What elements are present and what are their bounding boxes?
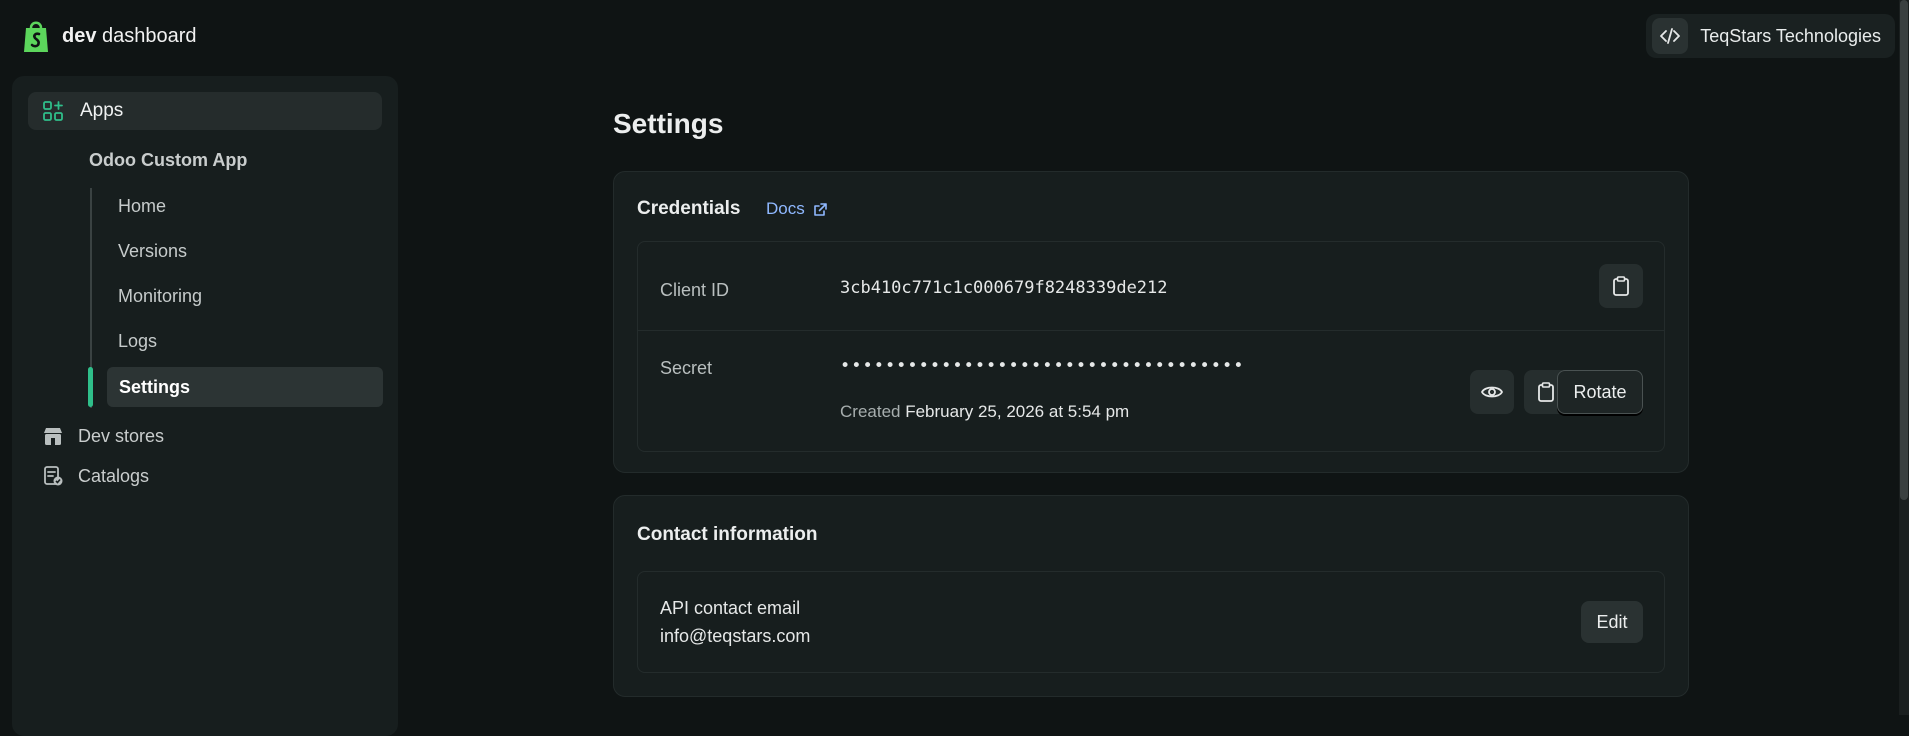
reveal-secret-button[interactable]: [1470, 370, 1514, 414]
store-icon: [44, 428, 62, 445]
eye-icon: [1481, 386, 1503, 398]
active-indicator: [88, 367, 93, 407]
rotate-button[interactable]: Rotate: [1557, 370, 1643, 414]
clipboard-icon: [1613, 276, 1629, 296]
docs-label: Docs: [766, 199, 805, 218]
secret-value: ••••••••••••••••••••••••••••••••••••: [840, 356, 1245, 376]
sidebar-item-catalogs[interactable]: Catalogs: [42, 465, 149, 487]
client-id-label: Client ID: [660, 280, 730, 300]
subnav-item-versions[interactable]: Versions: [118, 241, 187, 262]
subnav-item-logs[interactable]: Logs: [118, 331, 157, 352]
credentials-card: Credentials Docs Client ID 3cb410c771c1c…: [613, 171, 1689, 473]
clipboard-icon: [1538, 382, 1554, 402]
secret-created: Created February 25, 2026 at 5:54 pm: [840, 402, 1129, 422]
contact-card: Contact information API contact email in…: [613, 495, 1689, 697]
card-title: Credentials: [637, 198, 741, 219]
external-link-icon: [813, 202, 827, 216]
catalog-icon: [44, 466, 63, 486]
client-id-value: 3cb410c771c1c000679f8248339de212: [840, 278, 1168, 298]
secret-label: Secret: [660, 358, 713, 378]
apps-grid-icon: [43, 101, 63, 121]
sidebar-item-label: Dev stores: [78, 425, 165, 446]
subnav-item-home[interactable]: Home: [118, 196, 166, 217]
scrollbar[interactable]: [1899, 0, 1909, 715]
org-switcher[interactable]: TeqStars Technologies: [1646, 14, 1895, 58]
credentials-box: Client ID 3cb410c771c1c000679f8248339de2…: [637, 241, 1665, 452]
api-contact-email-value: info@teqstars.com: [660, 626, 811, 646]
docs-link[interactable]: Docs: [766, 199, 828, 219]
row-divider: [638, 330, 1664, 331]
card-title: Contact information: [637, 524, 818, 545]
brand-name: dev dashboard: [62, 24, 197, 47]
org-name: TeqStars Technologies: [1700, 25, 1881, 46]
copy-client-id-button[interactable]: [1599, 264, 1643, 308]
app-name-link[interactable]: Odoo Custom App: [89, 150, 247, 171]
contact-box: API contact email info@teqstars.com Edit: [637, 571, 1665, 673]
top-bar: dev dashboard TeqStars Technologies: [0, 0, 1909, 72]
sidebar-item-label: Catalogs: [78, 465, 150, 486]
brand[interactable]: dev dashboard: [20, 18, 197, 54]
code-icon: [1652, 18, 1689, 54]
edit-button[interactable]: Edit: [1581, 601, 1643, 643]
api-contact-email-label: API contact email: [660, 598, 801, 618]
sidebar-item-dev-stores[interactable]: Dev stores: [42, 425, 164, 447]
sidebar-item-apps[interactable]: Apps: [28, 92, 382, 130]
subnav-item-monitoring[interactable]: Monitoring: [118, 286, 202, 307]
page-title: Settings: [613, 108, 724, 139]
created-date: February 25, 2026 at 5:54 pm: [905, 402, 1130, 421]
scrollbar-thumb[interactable]: [1900, 0, 1908, 500]
sidebar-item-label: Apps: [80, 100, 124, 121]
subnav-item-settings[interactable]: Settings: [107, 367, 383, 407]
shopify-bag-icon: [24, 21, 48, 52]
created-prefix: Created: [840, 402, 901, 421]
